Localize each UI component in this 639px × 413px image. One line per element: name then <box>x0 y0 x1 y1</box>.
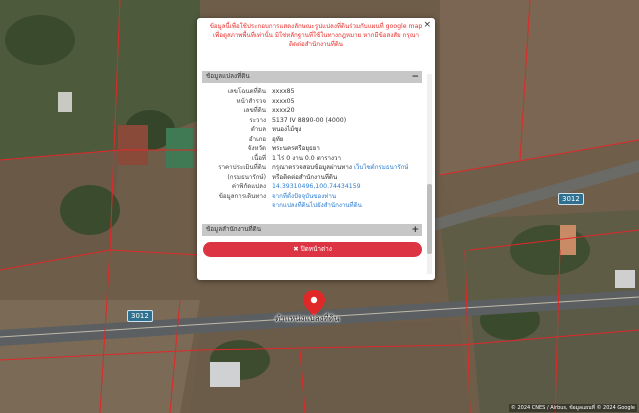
directions-from-current-link[interactable]: จากที่ตั้งปัจจุบันของท่าน <box>272 192 336 202</box>
disclaimer-notice: ข้อมูลนี้เพื่อใช้ประกอบการแสดงลักษณะรูปแ… <box>209 23 423 48</box>
appraisal-key-2: (กรมธนารักษ์) <box>227 173 266 181</box>
detail-value: xxxx85 <box>272 88 295 95</box>
detail-row: เลขที่ดิน xxxx20 <box>202 106 422 116</box>
detail-key: ระวาง <box>249 116 266 124</box>
detail-row: เนื้อที่ 1 ไร่ 0 งาน 0.0 ตารางวา <box>202 154 422 164</box>
detail-value: 1 ไร่ 0 งาน 0.0 ตารางวา <box>272 154 341 162</box>
coordinate-row: ค่าพิกัดแปลง 14.39310496,100.74434159 <box>202 182 422 192</box>
detail-row: เลขโฉนดที่ดิน xxxx85 <box>202 87 422 97</box>
detail-row: อำเภอ อุทัย <box>202 135 422 145</box>
close-icon[interactable]: × <box>423 20 431 30</box>
parcel-location-label: ตำแหน่งแปลงที่ดิน <box>275 314 340 323</box>
scrollbar-thumb[interactable] <box>427 184 432 254</box>
close-window-button[interactable]: ✖ ปิดหน้าต่าง <box>203 242 422 257</box>
appraisal-row-2: (กรมธนารักษ์) หรือติดต่อสำนักงานที่ดิน <box>202 173 422 183</box>
directions-row-2: จากแปลงที่ดินไปยังสำนักงานที่ดิน <box>202 201 422 211</box>
expand-icon[interactable]: + <box>411 224 419 236</box>
detail-row: ตำบล หนองไม้ซุง <box>202 125 422 135</box>
detail-key: อำเภอ <box>248 135 266 143</box>
road-number-label: 3012 <box>558 193 584 205</box>
section-office-title: ข้อมูลสำนักงานที่ดิน <box>206 226 262 233</box>
detail-value: หนองไม้ซุง <box>272 126 302 133</box>
treasury-website-link[interactable]: เว็บไซต์กรมธนารักษ์ <box>354 164 409 171</box>
detail-row: หน้าสำรวจ xxxx05 <box>202 97 422 107</box>
detail-key: เลขโฉนดที่ดิน <box>227 88 266 95</box>
directions-row: ข้อมูลการเดินทาง จากที่ตั้งปัจจุบันของท่… <box>202 192 422 202</box>
detail-key: ตำบล <box>250 126 266 133</box>
detail-key: หน้าสำรวจ <box>236 97 266 105</box>
section-office-header[interactable]: ข้อมูลสำนักงานที่ดิน + <box>202 224 422 236</box>
detail-row: จังหวัด พระนครศรีอยุธยา <box>202 144 422 154</box>
detail-value: พระนครศรีอยุธยา <box>272 145 320 152</box>
parcel-info-popup: × ข้อมูลนี้เพื่อใช้ประกอบการแสดงลักษณะรู… <box>197 18 435 280</box>
appraisal-row: ราคาประเมินที่ดิน กรุณาตรวจสอบข้อมูลผ่าน… <box>202 163 422 173</box>
section-parcel-header[interactable]: ข้อมูลแปลงที่ดิน − <box>202 71 422 83</box>
detail-value: อุทัย <box>272 135 284 143</box>
section-parcel-title: ข้อมูลแปลงที่ดิน <box>206 73 250 80</box>
directions-key: ข้อมูลการเดินทาง <box>218 192 266 200</box>
collapse-icon[interactable]: − <box>411 71 419 83</box>
appraisal-key: ราคาประเมินที่ดิน <box>218 164 266 171</box>
parcel-details: เลขโฉนดที่ดิน xxxx85 หน้าสำรวจ xxxx05 เลขท… <box>202 87 422 211</box>
popup-scrollbar[interactable] <box>427 74 432 274</box>
detail-key: เนื้อที่ <box>251 154 266 162</box>
directions-to-office-link[interactable]: จากแปลงที่ดินไปยังสำนักงานที่ดิน <box>272 201 362 211</box>
detail-row: ระวาง 5137 IV 8890-00 (4000) <box>202 116 422 126</box>
coordinate-link[interactable]: 14.39310496,100.74434159 <box>272 182 361 192</box>
coordinate-key: ค่าพิกัดแปลง <box>231 183 266 190</box>
map-attribution: © 2024 CNES / Airbus, ข้อมูลแผนที่ © 202… <box>508 404 637 412</box>
appraisal-text: กรุณาตรวจสอบข้อมูลผ่านทาง <box>272 164 352 171</box>
road-number-label: 3012 <box>127 310 153 322</box>
detail-key: จังหวัด <box>247 145 266 152</box>
detail-value: xxxx05 <box>272 97 295 105</box>
detail-value: 5137 IV 8890-00 (4000) <box>272 116 347 124</box>
detail-key: เลขที่ดิน <box>243 107 266 114</box>
detail-value: xxxx20 <box>272 107 295 114</box>
appraisal-text-2: หรือติดต่อสำนักงานที่ดิน <box>272 173 338 181</box>
